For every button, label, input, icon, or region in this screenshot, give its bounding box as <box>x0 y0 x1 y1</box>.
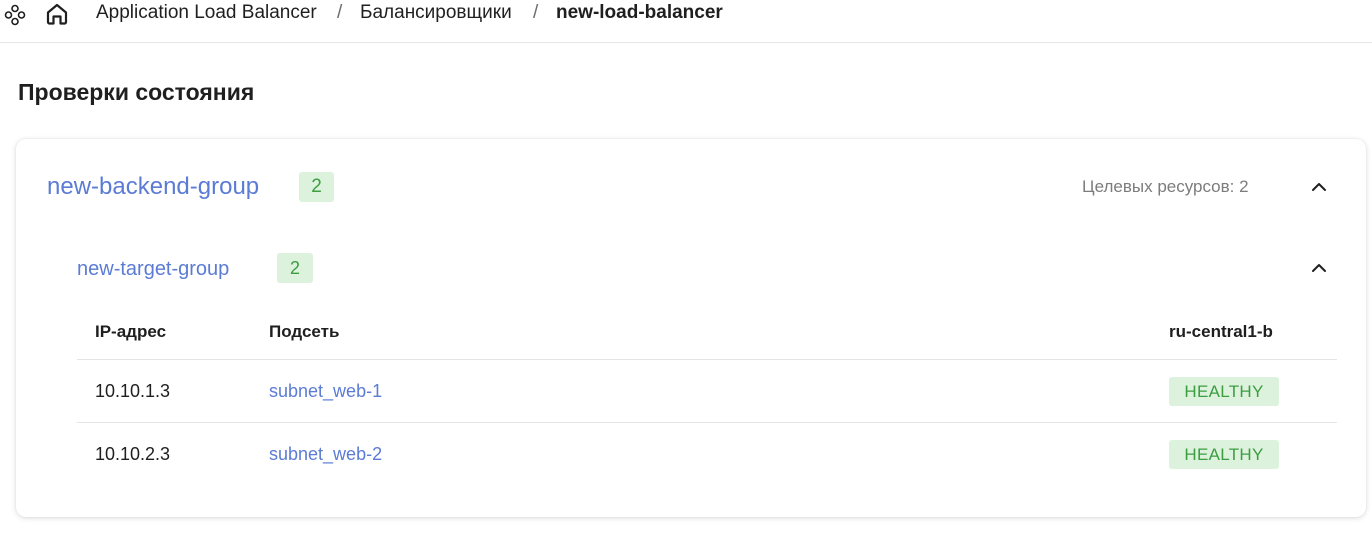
column-header-subnet: Подсеть <box>269 322 340 341</box>
subnet-link[interactable]: subnet_web-2 <box>269 443 382 465</box>
target-group-link[interactable]: new-target-group <box>77 257 229 281</box>
target-resources-count: Целевых ресурсов: 2 <box>1082 177 1249 196</box>
subnet-link[interactable]: subnet_web-1 <box>269 380 382 402</box>
breadcrumb-service[interactable]: Application Load Balancer <box>96 2 317 24</box>
ip-address: 10.10.1.3 <box>95 381 171 401</box>
services-menu-icon[interactable] <box>3 3 27 27</box>
backend-group-count-badge: 2 <box>299 172 334 202</box>
breadcrumb-separator: / <box>337 2 343 23</box>
backend-group-card: new-backend-group 2 Целевых ресурсов: 2 … <box>16 139 1366 517</box>
top-navigation-bar: Application Load Balancer / Балансировщи… <box>0 0 1372 43</box>
target-group-count-badge: 2 <box>277 253 313 283</box>
home-icon[interactable] <box>44 1 70 27</box>
collapse-backend-group-chevron-up-icon[interactable] <box>1309 177 1329 197</box>
column-header-zone: ru-central1-b <box>1169 322 1273 341</box>
table-row: 10.10.1.3 subnet_web-1 HEALTHY <box>77 359 1337 421</box>
breadcrumb-separator: / <box>533 2 539 23</box>
breadcrumb-balancers[interactable]: Балансировщики <box>360 2 512 24</box>
page-title: Проверки состояния <box>18 79 255 105</box>
column-header-ip: IP-адрес <box>95 322 167 341</box>
ip-address: 10.10.2.3 <box>95 444 171 464</box>
table-row: 10.10.2.3 subnet_web-2 HEALTHY <box>77 422 1337 484</box>
breadcrumb-current: new-load-balancer <box>556 2 723 23</box>
health-status-badge: HEALTHY <box>1169 440 1279 469</box>
collapse-target-group-chevron-up-icon[interactable] <box>1309 258 1329 278</box>
health-status-badge: HEALTHY <box>1169 377 1279 406</box>
backend-group-link[interactable]: new-backend-group <box>47 173 259 201</box>
